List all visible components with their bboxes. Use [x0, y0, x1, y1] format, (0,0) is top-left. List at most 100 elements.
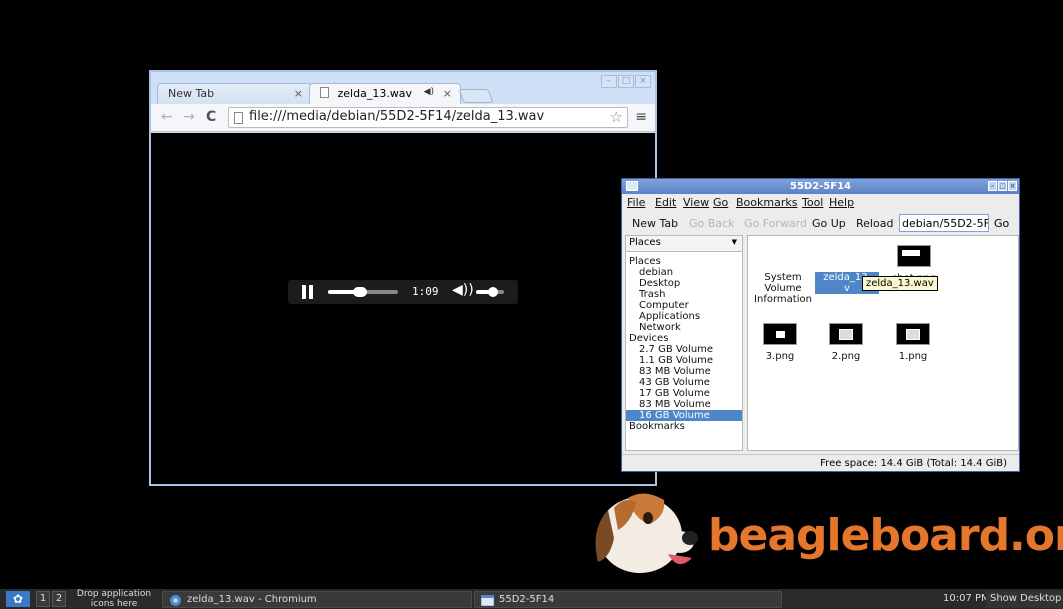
tree-item-device[interactable]: 1.1 GB Volume	[626, 355, 742, 366]
reload-button[interactable]: Reload	[856, 217, 893, 230]
tree-item-trash[interactable]: Trash	[626, 289, 742, 300]
url-text: file:///media/debian/55D2-5F14/zelda_13.…	[249, 109, 545, 124]
pause-button[interactable]	[302, 285, 314, 299]
file-item-1-png[interactable]: 1.png	[881, 323, 945, 362]
brand-wordmark: beagleboard.org	[708, 510, 1063, 561]
tree-item-device[interactable]: 83 MB Volume	[626, 366, 742, 377]
chevron-down-icon: ▼	[731, 238, 737, 246]
tree-item-debian[interactable]: debian	[626, 267, 742, 278]
fm-statusbar: Free space: 14.4 GiB (Total: 14.4 GiB)	[622, 454, 1019, 472]
go-up-button[interactable]: Go Up	[812, 217, 846, 230]
new-tab-button[interactable]	[458, 89, 494, 103]
file-item-system-volume[interactable]: System Volume Information	[751, 272, 815, 305]
fm-titlebar: 55D2-5F14 – □ ×	[622, 179, 1019, 194]
file-label: 3.png	[765, 351, 795, 362]
media-viewport: 1:09 ◀))	[151, 133, 655, 484]
tree-item-device[interactable]: 83 MB Volume	[626, 399, 742, 410]
go-back-button[interactable]: Go Back	[689, 217, 734, 230]
current-time: 1:09	[412, 285, 439, 298]
file-label: System Volume Information	[754, 272, 812, 305]
bookmark-star-icon[interactable]: ☆	[610, 108, 623, 126]
menu-edit[interactable]: Edit	[655, 196, 676, 209]
back-arrow-icon[interactable]: ←	[161, 109, 173, 125]
reload-icon[interactable]: C	[206, 109, 216, 125]
task-chromium[interactable]: zelda_13.wav - Chromium	[162, 591, 472, 608]
browser-toolbar: ← → C file:///media/debian/55D2-5F14/zel…	[151, 104, 655, 132]
launcher-drop-area[interactable]: Drop application icons here	[68, 589, 160, 609]
start-menu-icon[interactable]: ✿	[6, 591, 30, 607]
audio-controls: 1:09 ◀))	[288, 280, 518, 304]
forward-arrow-icon[interactable]: →	[183, 109, 195, 125]
tab-title: zelda_13.wav	[337, 87, 413, 100]
clock: 10:07 PM	[943, 593, 990, 604]
tree-item-device[interactable]: 17 GB Volume	[626, 388, 742, 399]
tree-item-network[interactable]: Network	[626, 322, 742, 333]
go-forward-button[interactable]: Go Forward	[744, 217, 807, 230]
file-icon	[234, 112, 243, 124]
chromium-window: New Tab × zelda_13.wav ◀) × – □ × ← → C …	[149, 70, 657, 486]
tree-item-computer[interactable]: Computer	[626, 300, 742, 311]
places-dropdown[interactable]: Places ▼	[626, 236, 742, 252]
seek-thumb[interactable]	[352, 287, 367, 297]
file-label: 2.png	[831, 351, 861, 362]
volume-slider[interactable]	[476, 287, 504, 297]
workspace-1-button[interactable]: 1	[36, 591, 50, 607]
taskbar: ✿ 1 2 Drop application icons here zelda_…	[0, 589, 1063, 609]
speaker-icon: ◀)	[423, 87, 434, 97]
chromium-icon	[170, 595, 181, 606]
close-button[interactable]: ×	[635, 75, 651, 88]
minimize-button[interactable]: –	[601, 75, 617, 88]
folder-icon	[626, 181, 638, 191]
image-thumbnail	[897, 245, 931, 267]
tab-new-tab[interactable]: New Tab ×	[157, 83, 312, 105]
workspace-2-button[interactable]: 2	[52, 591, 66, 607]
window-controls: – □ ×	[600, 75, 651, 88]
free-space-status: Free space: 14.4 GiB (Total: 14.4 GiB)	[820, 458, 1007, 469]
desktop: New Tab × zelda_13.wav ◀) × – □ × ← → C …	[0, 0, 1063, 609]
menu-bookmarks[interactable]: Bookmarks	[736, 196, 797, 209]
path-input[interactable]: debian/55D2-5F14	[899, 214, 989, 232]
maximize-button[interactable]: □	[618, 75, 634, 88]
tree-header-places: Places	[629, 256, 661, 267]
file-item-3-png[interactable]: 3.png	[748, 323, 812, 362]
menu-view[interactable]: View	[683, 196, 709, 209]
fm-sidebar: Places ▼ Places debian Desktop Trash Com…	[625, 235, 743, 451]
seek-slider[interactable]	[328, 287, 398, 297]
tree-item-desktop[interactable]: Desktop	[626, 278, 742, 289]
minimize-button[interactable]: –	[988, 181, 997, 191]
tree-item-device[interactable]: 43 GB Volume	[626, 377, 742, 388]
tab-zelda-wav[interactable]: zelda_13.wav ◀) ×	[309, 83, 461, 105]
task-file-manager[interactable]: 55D2-5F14	[474, 591, 782, 608]
tree-item-applications[interactable]: Applications	[626, 311, 742, 322]
file-icon-view: System Volume Information zelda_13. v sh…	[747, 235, 1019, 451]
file-manager-window: 55D2-5F14 – □ × File Edit View Go Bookma…	[621, 178, 1020, 472]
show-desktop-button[interactable]: Show Desktop	[986, 591, 1063, 608]
tab-close-icon[interactable]: ×	[294, 87, 303, 100]
menu-help[interactable]: Help	[829, 196, 854, 209]
menu-tool[interactable]: Tool	[802, 196, 823, 209]
volume-icon[interactable]: ◀))	[452, 282, 474, 298]
image-thumbnail	[829, 323, 863, 345]
maximize-button[interactable]: □	[998, 181, 1007, 191]
task-label: zelda_13.wav - Chromium	[187, 594, 317, 605]
close-button[interactable]: ×	[1008, 181, 1017, 191]
go-button[interactable]: Go	[994, 217, 1009, 230]
tree-header-devices: Devices	[629, 333, 669, 344]
task-label: 55D2-5F14	[499, 594, 555, 605]
file-item-2-png[interactable]: 2.png	[814, 323, 878, 362]
tree-header-bookmarks: Bookmarks	[629, 421, 685, 432]
fm-title: 55D2-5F14	[789, 181, 852, 192]
volume-thumb[interactable]	[487, 287, 498, 297]
tree-item-device-selected[interactable]: 16 GB Volume	[626, 410, 742, 421]
chrome-menu-icon[interactable]: ≡	[635, 109, 647, 125]
new-tab-button[interactable]: New Tab	[632, 217, 678, 230]
menu-file[interactable]: File	[627, 196, 645, 209]
page-icon	[320, 87, 329, 98]
tree-item-device[interactable]: 2.7 GB Volume	[626, 344, 742, 355]
beagleboard-logo: beagleboard.org	[580, 480, 1063, 585]
tab-close-icon[interactable]: ×	[443, 87, 452, 100]
address-bar[interactable]: file:///media/debian/55D2-5F14/zelda_13.…	[228, 107, 628, 128]
tab-title: New Tab	[168, 87, 215, 100]
file-label: 1.png	[898, 351, 928, 362]
menu-go[interactable]: Go	[713, 196, 728, 209]
